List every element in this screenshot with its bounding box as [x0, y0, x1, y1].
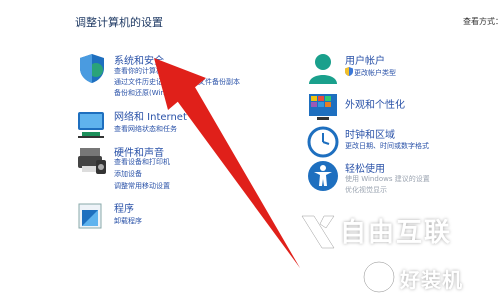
category-hardware: 硬件和声音 查看设备和打印机 添加设备 调整常用移动设置	[76, 144, 276, 194]
link-backup-restore[interactable]: 备份和还原(Windows 7)	[114, 88, 192, 98]
link-network-status[interactable]: 查看网络状态和任务	[114, 124, 177, 134]
category-title-appearance[interactable]: 外观和个性化	[345, 96, 405, 111]
watermark-brand-top: 自由互联	[340, 218, 453, 248]
watermark-top: 自由互联	[300, 210, 500, 260]
link-windows-suggested-settings[interactable]: 使用 Windows 建议的设置	[345, 174, 430, 184]
link-change-date-time-format[interactable]: 更改日期、时间或数字格式	[345, 141, 429, 151]
clock-icon	[307, 126, 339, 158]
watermark-circle-logo-icon	[362, 260, 396, 294]
category-programs: 程序 卸载程序	[76, 200, 276, 234]
category-title-clock-region[interactable]: 时钟和区域	[345, 126, 395, 141]
watermark-x-logo-icon	[301, 215, 335, 249]
category-title-ease-of-access[interactable]: 轻松使用	[345, 160, 385, 175]
watermark-brand-bottom: 好装机	[400, 268, 463, 292]
category-appearance: 外观和个性化	[307, 92, 497, 122]
programs-icon	[78, 203, 102, 229]
category-title-network[interactable]: 网络和 Internet	[114, 108, 187, 123]
link-optimize-display[interactable]: 优化视觉显示	[345, 185, 387, 195]
page-title: 调整计算机的设置	[75, 16, 163, 29]
category-clock-region: 时钟和区域 更改日期、时间或数字格式	[307, 126, 497, 160]
category-ease-of-access: 轻松使用 使用 Windows 建议的设置 优化视觉显示	[307, 160, 497, 200]
appearance-icon	[309, 94, 337, 120]
category-title-programs[interactable]: 程序	[114, 200, 134, 215]
category-system-security: 系统和安全 查看你的计算机状态 通过文件历史记录保存你的文件备份副本 备份和还原…	[76, 52, 276, 102]
link-uninstall-program[interactable]: 卸载程序	[114, 216, 142, 226]
uac-shield-icon	[345, 67, 353, 76]
link-add-device[interactable]: 添加设备	[114, 169, 142, 179]
link-mobility-settings[interactable]: 调整常用移动设置	[114, 181, 170, 191]
shield-icon	[80, 54, 104, 83]
accessibility-icon	[308, 161, 338, 191]
network-icon	[78, 112, 104, 138]
category-title-accounts[interactable]: 用户帐户	[345, 52, 385, 67]
link-view-computer-status[interactable]: 查看你的计算机状态	[114, 66, 177, 76]
link-file-history[interactable]: 通过文件历史记录保存你的文件备份副本	[114, 77, 240, 87]
category-network: 网络和 Internet 查看网络状态和任务	[76, 108, 276, 138]
printer-icon	[78, 148, 106, 174]
link-change-account-type[interactable]: 更改帐户类型	[354, 68, 396, 78]
user-icon	[309, 54, 337, 84]
view-by-label: 查看方式：	[463, 17, 500, 26]
watermark-bottom: 好装机	[360, 254, 500, 304]
category-title-system-security[interactable]: 系统和安全	[114, 52, 164, 67]
category-accounts: 用户帐户 更改帐户类型	[307, 52, 497, 86]
link-devices-printers[interactable]: 查看设备和打印机	[114, 157, 170, 167]
